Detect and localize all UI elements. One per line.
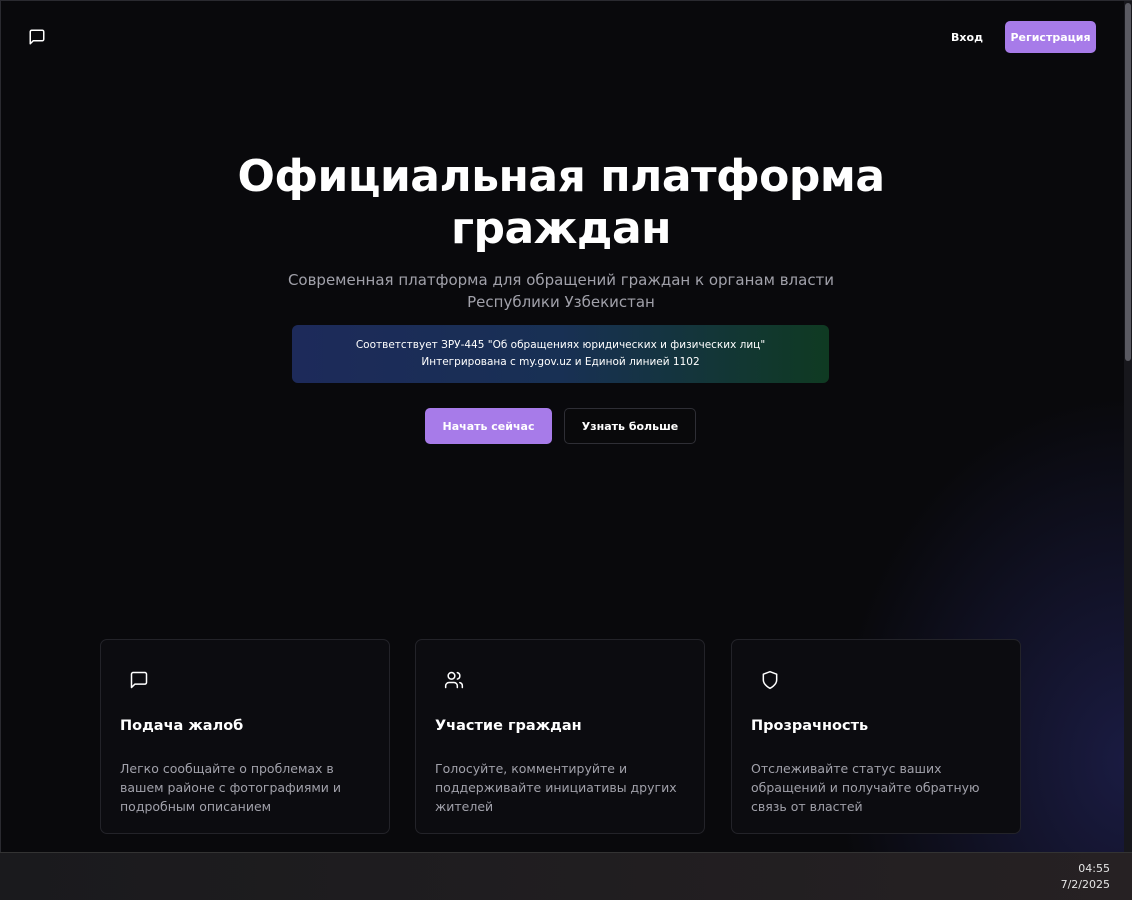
message-square-icon[interactable] <box>28 28 46 46</box>
clock-time: 04:55 <box>1078 862 1110 875</box>
clock-date: 7/2/2025 <box>1060 878 1110 891</box>
page-title: Официальная платформа граждан <box>237 151 885 254</box>
feature-description: Отслеживайте статус ваших обращений и по… <box>751 761 980 814</box>
scrollbar-thumb[interactable] <box>1125 3 1131 361</box>
compliance-banner: Соответствует ЗРУ-445 "Об обращениях юри… <box>292 325 829 383</box>
start-now-button[interactable]: Начать сейчас <box>425 408 552 444</box>
register-button[interactable]: Регистрация <box>1005 21 1096 53</box>
feature-card-participation: Участие граждан Голосуйте, комментируйте… <box>415 639 705 834</box>
users-icon <box>444 670 464 690</box>
browser-viewport: Вход Регистрация Официальная платформа г… <box>0 0 1132 852</box>
feature-description: Легко сообщайте о проблемах в вашем райо… <box>120 761 342 814</box>
taskbar: 04:55 7/2/2025 <box>0 852 1132 900</box>
message-square-icon <box>129 670 149 690</box>
login-button[interactable]: Вход <box>942 21 992 53</box>
feature-title: Прозрачность <box>751 718 869 734</box>
system-clock[interactable]: 04:55 7/2/2025 <box>1061 861 1110 893</box>
hero-subtitle: Современная платформа для обращений граж… <box>287 271 835 311</box>
compliance-law-text: Соответствует ЗРУ-445 "Об обращениях юри… <box>355 339 766 351</box>
feature-card-complaints: Подача жалоб Легко сообщайте о проблемах… <box>100 639 390 834</box>
scrollbar[interactable] <box>1124 1 1132 852</box>
feature-card-transparency: Прозрачность Отслеживайте статус ваших о… <box>731 639 1021 834</box>
integration-text: Интегрирована с my.gov.uz и Единой линие… <box>421 356 700 368</box>
shield-icon <box>760 670 780 690</box>
feature-title: Подача жалоб <box>120 718 244 734</box>
learn-more-button[interactable]: Узнать больше <box>564 408 696 444</box>
feature-description: Голосуйте, комментируйте и поддерживайте… <box>435 761 677 814</box>
feature-title: Участие граждан <box>435 718 582 734</box>
